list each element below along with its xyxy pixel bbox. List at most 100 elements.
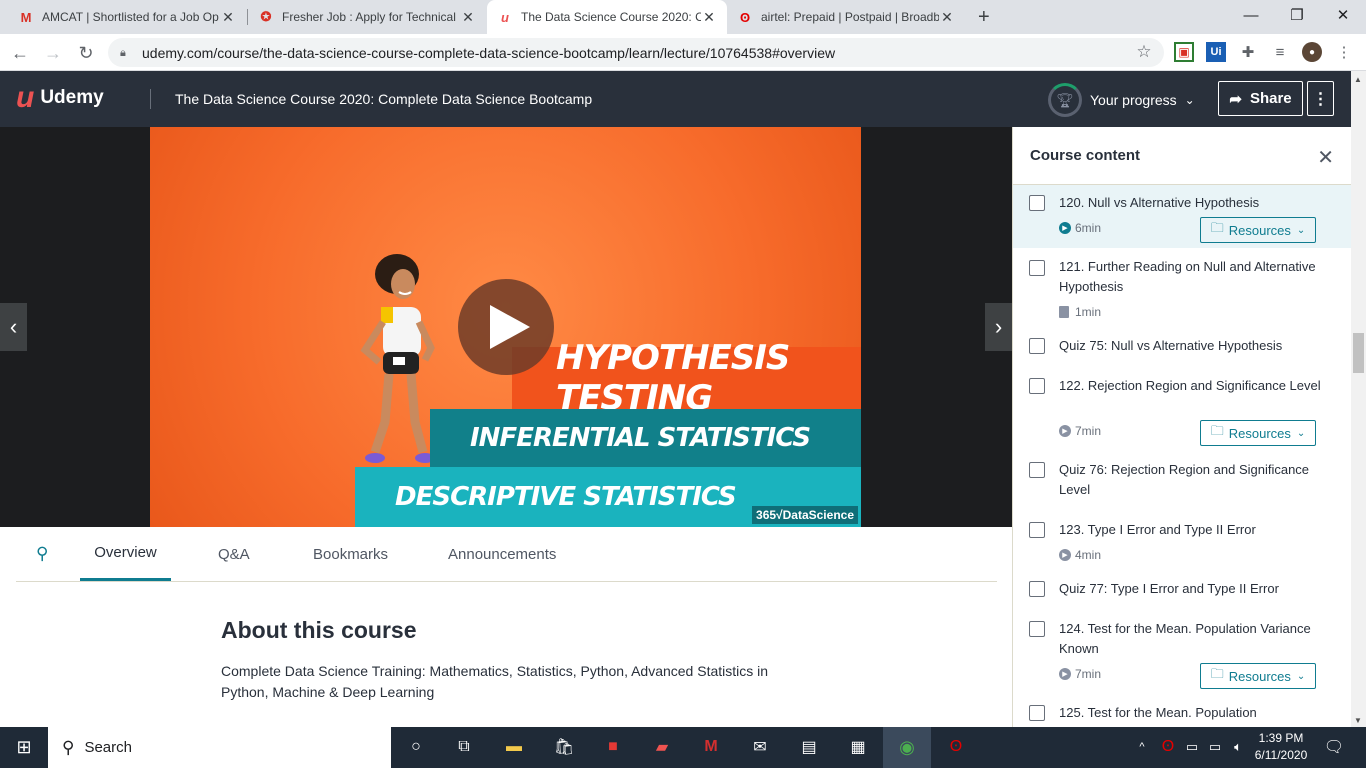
completed-checkbox[interactable] (1029, 462, 1045, 478)
airtel-app-icon[interactable]: ʘ (944, 735, 968, 759)
network-app-icon[interactable]: ▦ (846, 735, 870, 759)
lecture-item-120[interactable]: 120. Null vs Alternative Hypothesis ▶ 6mi… (1013, 185, 1351, 248)
next-lecture-button[interactable]: › (985, 303, 1012, 351)
close-sidebar-icon[interactable]: ✕ (1317, 145, 1334, 170)
minimize-button[interactable]: — (1228, 0, 1274, 30)
previous-lecture-button[interactable]: ‹ (0, 303, 27, 351)
taskbar-search[interactable]: ⚲ Search (48, 727, 391, 768)
completed-checkbox[interactable] (1029, 260, 1045, 276)
tab-qa[interactable]: Q&A (218, 527, 250, 581)
close-tab-icon[interactable]: ✕ (220, 9, 236, 26)
completed-checkbox[interactable] (1029, 621, 1045, 637)
duration-text: 7min (1075, 424, 1102, 438)
folder-icon: 🗀︎ (1210, 220, 1224, 235)
airtel-tray-icon[interactable]: ʘ (1156, 735, 1180, 759)
lecture-item-123[interactable]: 123. Type I Error and Type II Error ▶ 4mi… (1013, 511, 1351, 570)
page-scrollbar[interactable]: ▲ ▼ (1351, 71, 1366, 727)
tab-overview[interactable]: Overview (80, 527, 171, 581)
back-button[interactable]: ← (6, 39, 34, 67)
quiz-item-76[interactable]: Quiz 76: Rejection Region and Significan… (1013, 451, 1351, 511)
lecture-duration: ▶ 4min (1059, 548, 1101, 562)
bookmark-star-icon[interactable]: ☆ (1134, 42, 1154, 62)
udemy-header: u Udemy The Data Science Course 2020: Co… (0, 71, 1351, 127)
address-bar[interactable]: 🔒︎ udemy.com/course/the-data-science-cou… (108, 38, 1164, 67)
search-button[interactable]: ⚲ (36, 527, 48, 581)
show-hidden-icons[interactable]: ^ (1130, 735, 1154, 759)
mail-icon[interactable]: ✉ (748, 735, 772, 759)
resources-button[interactable]: 🗀︎ Resources ⌄ (1200, 420, 1316, 446)
close-window-button[interactable]: ✕ (1320, 0, 1366, 30)
pdf-app-icon[interactable]: ▰ (650, 735, 674, 759)
reader-app-icon[interactable]: ■ (601, 735, 625, 759)
file-explorer-icon[interactable]: ▬ (502, 735, 526, 759)
udemy-logo[interactable]: u Udemy (16, 83, 104, 113)
extension-ui-icon[interactable]: Ui (1206, 42, 1226, 62)
store-icon[interactable]: 🛍︎ (552, 735, 576, 759)
chrome-taskbar-button[interactable]: ◉ (883, 727, 931, 768)
restore-button[interactable]: ❐ (1274, 0, 1320, 30)
windows-start-icon[interactable]: ⊞ (12, 735, 36, 759)
tab-title: The Data Science Course 2020: C (521, 10, 701, 24)
volume-icon[interactable]: 🔈︎ (1226, 735, 1250, 759)
completed-checkbox[interactable] (1029, 705, 1045, 721)
profile-avatar-icon[interactable]: ● (1302, 42, 1322, 62)
quiz-item-75[interactable]: Quiz 75: Null vs Alternative Hypothesis (1013, 327, 1351, 367)
course-title[interactable]: The Data Science Course 2020: Complete D… (175, 91, 592, 107)
task-view-icon[interactable]: ⧉ (452, 735, 476, 759)
quiz-item-77[interactable]: Quiz 77: Type I Error and Type II Error (1013, 570, 1351, 610)
notifications-icon[interactable]: 🗨︎ (1322, 735, 1346, 759)
scrollbar-thumb[interactable] (1353, 333, 1364, 373)
scroll-up-icon[interactable]: ▲ (1354, 75, 1362, 84)
network-tray-icon[interactable]: ▭ (1180, 735, 1204, 759)
browser-tab-udemy[interactable]: u The Data Science Course 2020: C ✕ (487, 0, 727, 34)
play-circle-icon: ▶ (1059, 425, 1071, 437)
share-button[interactable]: ➦ Share (1218, 81, 1303, 116)
browser-tab-fresher[interactable]: ✪ Fresher Job : Apply for Technical ✕ (248, 0, 486, 34)
extension-shield-icon[interactable]: ▣ (1174, 42, 1194, 62)
extensions-puzzle-icon[interactable]: ✚ (1238, 42, 1258, 62)
close-tab-icon[interactable]: ✕ (460, 9, 476, 26)
completed-checkbox[interactable] (1029, 522, 1045, 538)
video-player[interactable]: HYPOTHESIS TESTING INFERENTIAL STATISTIC… (0, 127, 1012, 527)
completed-checkbox[interactable] (1029, 195, 1045, 211)
play-button[interactable] (458, 279, 554, 375)
close-tab-icon[interactable]: ✕ (939, 9, 955, 26)
reading-list-icon[interactable]: ≡ (1270, 42, 1290, 62)
lecture-item-121[interactable]: 121. Further Reading on Null and Alterna… (1013, 248, 1351, 327)
lecture-item-122[interactable]: 122. Rejection Region and Significance L… (1013, 367, 1351, 451)
completed-checkbox[interactable] (1029, 338, 1045, 354)
mcafee-icon[interactable]: M (699, 735, 723, 759)
new-tab-button[interactable]: + (970, 0, 1004, 34)
forward-button[interactable]: → (39, 39, 67, 67)
more-options-button[interactable]: ⋮ (1307, 81, 1334, 116)
document-app-icon[interactable]: ▤ (797, 735, 821, 759)
resources-button[interactable]: 🗀︎ Resources ⌄ (1200, 663, 1316, 689)
completed-checkbox[interactable] (1029, 581, 1045, 597)
airtel-icon: ʘ (739, 9, 751, 25)
scroll-down-icon[interactable]: ▼ (1354, 716, 1362, 725)
video-frame[interactable]: HYPOTHESIS TESTING INFERENTIAL STATISTIC… (150, 127, 861, 527)
lecture-duration: 1min (1059, 305, 1101, 319)
system-clock[interactable]: 1:39 PM 6/11/2020 (1250, 730, 1312, 764)
display-tray-icon[interactable]: ▭ (1203, 735, 1227, 759)
lecture-item-124[interactable]: 124. Test for the Mean. Population Varia… (1013, 610, 1351, 694)
progress-dropdown[interactable]: 🏆︎ Your progress ⌄ (1048, 83, 1195, 117)
browser-tab-amcat[interactable]: M AMCAT | Shortlisted for a Job Op ✕ (8, 0, 246, 34)
chrome-menu-icon[interactable]: ⋮ (1334, 42, 1354, 62)
lecture-title: 120. Null vs Alternative Hypothesis (1059, 195, 1260, 210)
lecture-item-125[interactable]: 125. Test for the Mean. Population (1013, 694, 1351, 727)
lecture-duration: ▶ 6min (1059, 221, 1101, 235)
completed-checkbox[interactable] (1029, 378, 1045, 394)
resources-button[interactable]: 🗀︎ Resources ⌄ (1200, 217, 1316, 243)
tab-bookmarks[interactable]: Bookmarks (313, 527, 388, 581)
chevron-right-icon: › (994, 314, 1003, 339)
cortana-icon[interactable]: ○ (404, 735, 428, 759)
reload-button[interactable]: ↻ (72, 39, 100, 67)
duration-text: 6min (1075, 221, 1102, 235)
lecture-title: 125. Test for the Mean. Population (1059, 705, 1257, 720)
quiz-title: Quiz 77: Type I Error and Type II Error (1059, 581, 1279, 596)
close-tab-icon[interactable]: ✕ (701, 9, 717, 26)
gmail-icon: M (20, 9, 32, 25)
browser-tab-airtel[interactable]: ʘ airtel: Prepaid | Postpaid | Broadb ✕ (727, 0, 965, 34)
tab-announcements[interactable]: Announcements (448, 527, 556, 581)
